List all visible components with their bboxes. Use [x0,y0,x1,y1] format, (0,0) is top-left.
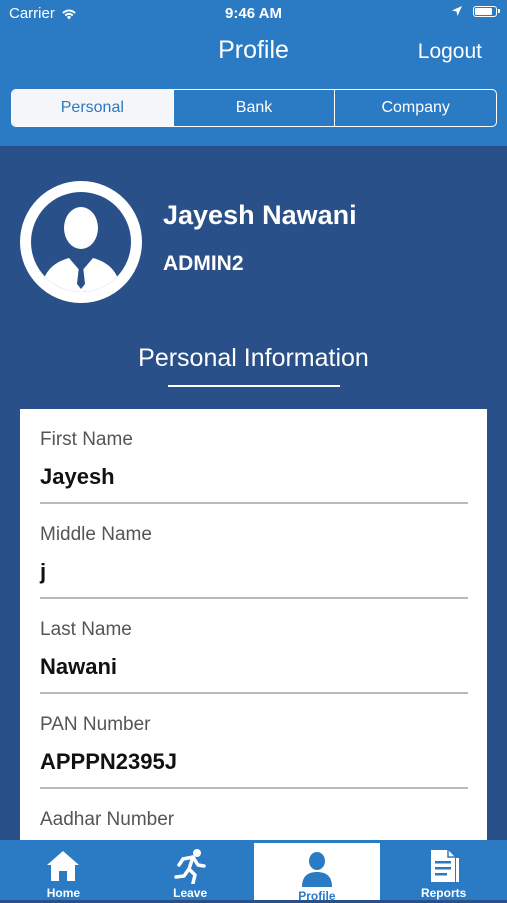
profile-role: ADMIN2 [163,252,244,275]
field-value: Jayesh [40,464,115,489]
field-label: Last Name [40,619,132,640]
field-value: APPPN2395J [40,749,177,774]
avatar [20,181,142,303]
field-value: Nawani [40,654,118,679]
field-first-name[interactable]: First Name Jayesh [40,409,468,504]
segment-company[interactable]: Company [334,90,496,126]
segment-personal[interactable]: Personal [12,90,173,126]
segment-label: Personal [60,99,124,116]
logout-button[interactable]: Logout [418,40,482,64]
location-arrow-icon [452,6,462,16]
tab-label: Profile [298,889,336,903]
field-aadhar-number[interactable]: Aadhar Number [40,789,468,840]
segment-bank[interactable]: Bank [172,90,335,126]
segment-label: Bank [235,99,273,116]
user-silhouette-icon [31,192,131,292]
personal-info-card: First Name Jayesh Middle Name j Last Nam… [20,409,487,840]
tab-label: Leave [173,886,208,900]
field-label: Middle Name [40,524,152,545]
tab-label: Home [46,886,81,900]
section-title: Personal Information [138,344,369,372]
field-label: Aadhar Number [40,809,175,830]
field-pan-number[interactable]: PAN Number APPPN2395J [40,694,468,789]
running-person-icon [174,849,206,884]
field-middle-name[interactable]: Middle Name j [40,504,468,599]
profile-segmented-control: Personal Bank Company [11,89,497,127]
tab-reports[interactable]: Reports [380,840,507,900]
status-right-indicators [451,5,500,17]
tab-leave[interactable]: Leave [127,840,254,900]
tab-bar: Home Leave Profile Reports [0,840,507,903]
field-last-name[interactable]: Last Name Nawani [40,599,468,694]
section-underline [168,385,340,387]
home-icon [47,851,80,881]
person-icon [301,852,332,887]
field-label: PAN Number [40,714,151,735]
tab-home[interactable]: Home [0,840,127,900]
battery-icon [473,5,500,17]
tab-profile[interactable]: Profile [253,843,381,903]
field-label: First Name [40,429,133,450]
battery-fill [475,7,492,15]
document-icon [430,850,459,882]
field-value: j [40,559,47,584]
profile-name: Jayesh Nawani [163,200,357,230]
status-time: 9:46 AM [225,5,282,22]
segment-bar: Personal Bank Company [0,80,507,146]
navigation-bar: Profile Logout [0,28,507,80]
status-bar: Carrier 9:46 AM [0,0,507,28]
segment-label: Company [381,99,450,116]
tab-label: Reports [420,886,467,900]
